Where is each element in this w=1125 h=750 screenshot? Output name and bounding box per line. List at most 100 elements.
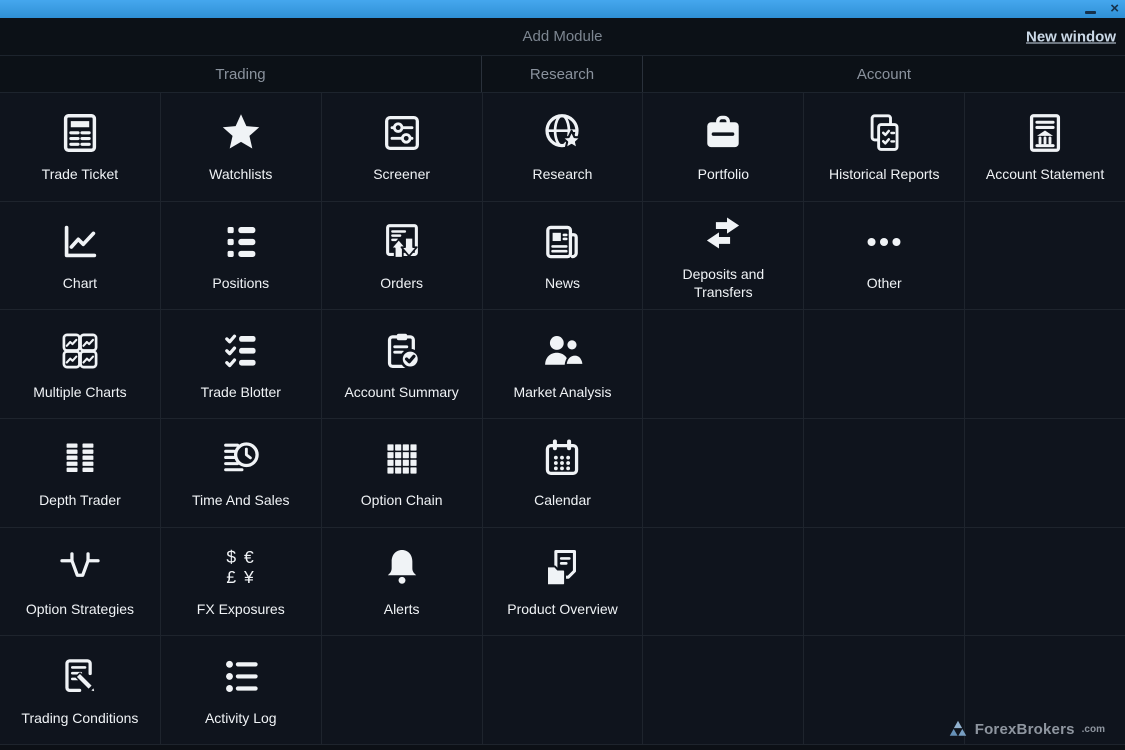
deposits-and-transfers-icon [700, 209, 746, 257]
module-historical-reports[interactable]: Historical Reports [804, 93, 964, 201]
dialog-title: Add Module [522, 28, 602, 45]
module-label: Account Statement [986, 165, 1104, 184]
module-label: Other [867, 274, 902, 293]
module-account-summary[interactable]: Account Summary [322, 310, 482, 418]
module-label: Depth Trader [39, 491, 121, 510]
module-account-statement[interactable]: Account Statement [965, 93, 1125, 201]
positions-icon [218, 218, 264, 266]
empty-cell [965, 310, 1125, 418]
screener-icon [379, 109, 425, 157]
multiple-charts-icon [57, 327, 103, 375]
module-trade-blotter[interactable]: Trade Blotter [161, 310, 321, 418]
module-label: Activity Log [205, 709, 277, 728]
module-label: Deposits and Transfers [653, 265, 793, 303]
historical-reports-icon [861, 109, 907, 157]
module-option-chain[interactable]: Option Chain [322, 419, 482, 527]
module-label: Option Chain [361, 491, 443, 510]
module-label: Chart [63, 274, 97, 293]
new-window-link[interactable]: New window [1026, 28, 1116, 45]
empty-cell [804, 636, 964, 744]
empty-cell [965, 202, 1125, 310]
module-alerts[interactable]: Alerts [322, 528, 482, 636]
module-label: Option Strategies [26, 600, 134, 619]
time-and-sales-icon [218, 435, 264, 483]
module-label: Positions [212, 274, 269, 293]
news-icon [539, 218, 585, 266]
module-label: News [545, 274, 580, 293]
module-label: Time And Sales [192, 491, 290, 510]
module-trading-conditions[interactable]: Trading Conditions [0, 636, 160, 744]
module-fx-exposures[interactable]: $ €£ ¥ FX Exposures [161, 528, 321, 636]
orders-icon [379, 218, 425, 266]
module-label: Account Summary [344, 383, 458, 402]
bottom-strip [0, 745, 1125, 750]
forexbrokers-logo-icon [947, 718, 969, 740]
empty-cell [483, 636, 643, 744]
close-icon[interactable]: × [1110, 0, 1119, 18]
module-positions[interactable]: Positions [161, 202, 321, 310]
activity-log-icon [218, 653, 264, 701]
empty-cell [965, 528, 1125, 636]
module-depth-trader[interactable]: Depth Trader [0, 419, 160, 527]
module-label: Portfolio [698, 165, 749, 184]
module-activity-log[interactable]: Activity Log [161, 636, 321, 744]
module-label: Research [533, 165, 593, 184]
module-calendar[interactable]: Calendar [483, 419, 643, 527]
module-portfolio[interactable]: Portfolio [643, 93, 803, 201]
module-label: Orders [380, 274, 423, 293]
module-option-strategies[interactable]: Option Strategies [0, 528, 160, 636]
module-label: Screener [373, 165, 430, 184]
module-label: Multiple Charts [33, 383, 126, 402]
empty-cell [804, 528, 964, 636]
trade-blotter-icon [218, 327, 264, 375]
module-research[interactable]: Research [483, 93, 643, 201]
empty-cell [804, 419, 964, 527]
module-screener[interactable]: Screener [322, 93, 482, 201]
empty-cell [643, 528, 803, 636]
empty-cell [643, 419, 803, 527]
trading-conditions-icon [57, 653, 103, 701]
empty-cell [965, 419, 1125, 527]
category-account: Account [642, 56, 1125, 92]
portfolio-icon [700, 109, 746, 157]
watermark-tld: .com [1082, 724, 1105, 735]
dialog-header: Add Module New window [0, 18, 1125, 55]
module-trade-ticket[interactable]: Trade Ticket [0, 93, 160, 201]
chart-icon [57, 218, 103, 266]
product-overview-icon [539, 544, 585, 592]
module-watchlists[interactable]: Watchlists [161, 93, 321, 201]
minimize-icon[interactable] [1085, 11, 1096, 14]
module-label: Trade Ticket [42, 165, 119, 184]
option-chain-icon [379, 435, 425, 483]
module-label: FX Exposures [197, 600, 285, 619]
module-market-analysis[interactable]: Market Analysis [483, 310, 643, 418]
module-label: Trading Conditions [21, 709, 138, 728]
category-research: Research [481, 56, 642, 92]
calendar-icon [539, 435, 585, 483]
empty-cell [643, 310, 803, 418]
module-product-overview[interactable]: Product Overview [483, 528, 643, 636]
module-label: Trade Blotter [201, 383, 281, 402]
window-titlebar: × [0, 0, 1125, 18]
empty-cell [804, 310, 964, 418]
account-statement-icon [1022, 109, 1068, 157]
module-other[interactable]: Other [804, 202, 964, 310]
module-news[interactable]: News [483, 202, 643, 310]
module-time-and-sales[interactable]: Time And Sales [161, 419, 321, 527]
module-label: Product Overview [507, 600, 617, 619]
watchlists-icon [218, 109, 264, 157]
module-label: Historical Reports [829, 165, 939, 184]
option-strategies-icon [57, 544, 103, 592]
fx-exposures-icon: $ €£ ¥ [226, 544, 255, 592]
category-header-row: Trading Research Account [0, 55, 1125, 93]
module-label: Market Analysis [513, 383, 611, 402]
module-deposits-and-transfers[interactable]: Deposits and Transfers [643, 202, 803, 310]
alerts-icon [379, 544, 425, 592]
module-multiple-charts[interactable]: Multiple Charts [0, 310, 160, 418]
module-orders[interactable]: Orders [322, 202, 482, 310]
empty-cell [322, 636, 482, 744]
add-module-dialog: × Add Module New window Trading Research… [0, 0, 1125, 750]
module-chart[interactable]: Chart [0, 202, 160, 310]
depth-trader-icon [57, 435, 103, 483]
account-summary-icon [379, 327, 425, 375]
